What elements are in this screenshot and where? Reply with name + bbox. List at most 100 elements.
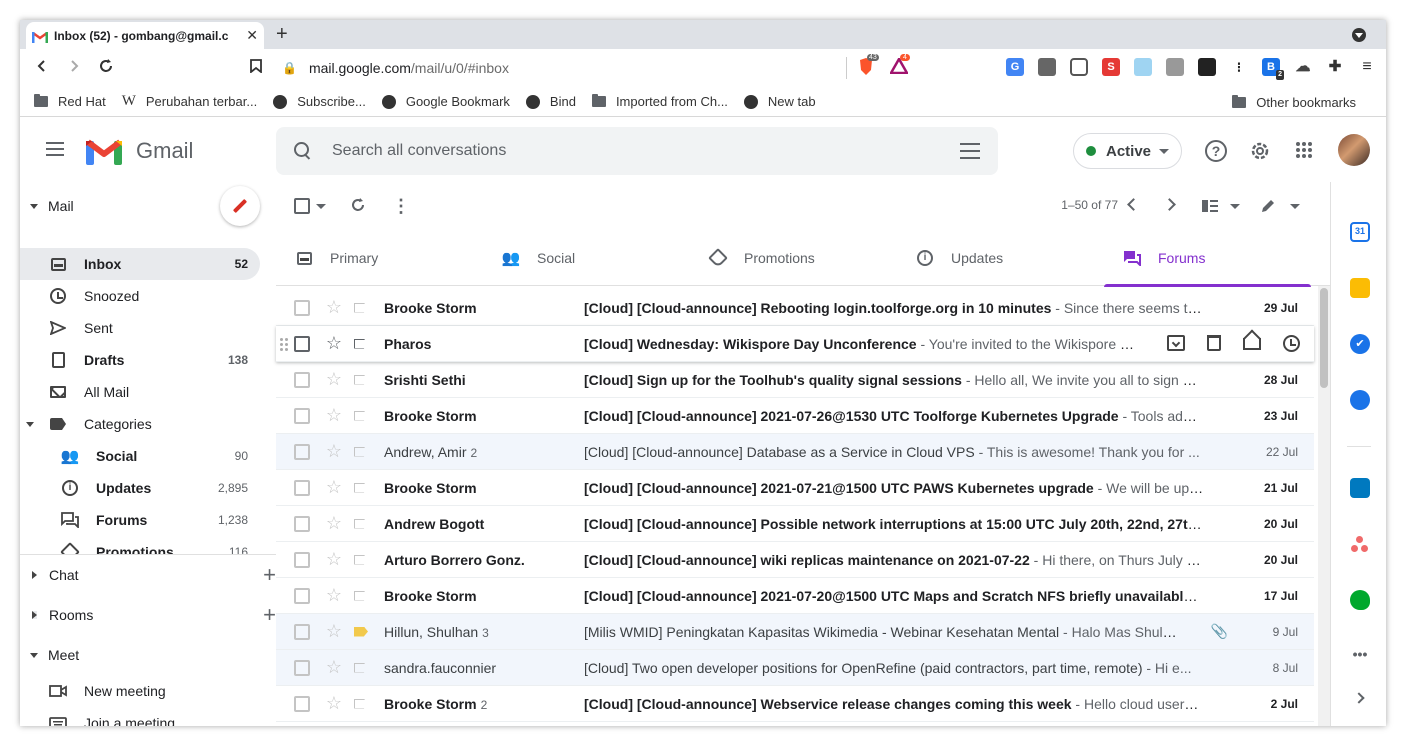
email-row[interactable]: ☆ Pharos [Cloud] Wednesday: Wikispore Da… [276, 326, 1314, 362]
address-bar[interactable]: 🔒 mail.google.com/mail/u/0/#inbox [282, 53, 842, 83]
chat-section-toggle[interactable]: Chat + [20, 560, 276, 590]
chevron-right-icon[interactable] [1163, 198, 1176, 211]
tab-updates[interactable]: i Updates [897, 230, 1104, 286]
bookmark-subscribe[interactable]: Subscribe... [273, 94, 366, 109]
status-selector[interactable]: Active [1073, 133, 1182, 169]
pdf-extension-icon[interactable] [1198, 58, 1216, 76]
email-row[interactable]: ☆ Srishti Sethi [Cloud] Sign up for the … [276, 362, 1314, 398]
row-checkbox[interactable] [294, 551, 310, 568]
chevron-down-icon[interactable] [1230, 204, 1240, 209]
importance-marker-icon[interactable] [354, 518, 368, 529]
main-menu-icon[interactable] [46, 142, 64, 156]
translate-icon[interactable]: G [1006, 58, 1024, 76]
rooms-section-toggle[interactable]: Rooms + [20, 600, 276, 630]
new-meeting-button[interactable]: New meeting [20, 675, 260, 707]
chevron-left-icon[interactable] [1127, 198, 1140, 211]
pocket-icon[interactable] [1070, 58, 1088, 76]
importance-marker-icon[interactable] [354, 446, 368, 457]
copy-extension-icon[interactable] [1166, 58, 1184, 76]
star-icon[interactable]: ☆ [324, 297, 344, 318]
asana-icon[interactable] [1350, 534, 1370, 554]
star-icon[interactable]: ☆ [324, 621, 344, 642]
cube-extension-icon[interactable] [1038, 58, 1056, 76]
row-checkbox[interactable] [294, 587, 310, 604]
reload-button[interactable] [90, 58, 122, 79]
importance-marker-icon[interactable] [354, 410, 368, 421]
more-options-icon[interactable]: ⋮ [392, 196, 410, 217]
bookmark-bind[interactable]: Bind [525, 94, 576, 109]
row-checkbox[interactable] [294, 515, 310, 532]
snooze-icon[interactable] [1283, 335, 1300, 352]
row-checkbox[interactable] [294, 659, 310, 676]
bookmark-red-hat[interactable]: Red Hat [34, 94, 106, 109]
search-bar[interactable]: Search all conversations [276, 127, 998, 175]
settings-gear-icon[interactable] [1248, 139, 1272, 166]
cloud-extension-icon[interactable]: ☁ [1294, 58, 1312, 76]
importance-marker-icon[interactable] [354, 374, 368, 385]
add-room-icon[interactable]: + [263, 602, 276, 628]
back-button[interactable] [26, 58, 58, 78]
google-apps-icon[interactable] [1296, 142, 1312, 158]
select-menu-chevron-icon[interactable] [316, 203, 326, 209]
contacts-icon[interactable] [1350, 390, 1370, 410]
refresh-icon[interactable] [350, 197, 366, 216]
email-row[interactable]: ☆ sandra.fauconnier [Cloud] Two open dev… [276, 650, 1314, 686]
importance-marker-icon[interactable] [354, 662, 368, 673]
tab-promotions[interactable]: Promotions [690, 230, 897, 286]
email-row[interactable]: ☆ Andrew Bogott [Cloud] [Cloud-announce]… [276, 506, 1314, 542]
star-icon[interactable]: ☆ [324, 585, 344, 606]
star-icon[interactable]: ☆ [324, 693, 344, 714]
nav-updates[interactable]: i Updates 2,895 [20, 472, 260, 504]
new-tab-button[interactable]: + [276, 23, 288, 46]
nav-inbox[interactable]: Inbox 52 [20, 248, 260, 280]
notes-extension-icon[interactable] [1134, 58, 1152, 76]
add-chat-icon[interactable]: + [263, 562, 276, 588]
s-extension-icon[interactable]: S [1102, 58, 1120, 76]
importance-marker-icon[interactable] [354, 626, 368, 637]
lock-icon[interactable]: 🔒 [282, 61, 297, 75]
email-row[interactable]: ☆ Andrew, Amir 2 [Cloud] [Cloud-announce]… [276, 434, 1314, 470]
importance-marker-icon[interactable] [354, 590, 368, 601]
row-checkbox[interactable] [294, 479, 310, 496]
email-row[interactable]: ☆ Hillun, Shulhan 3 [Milis WMID] Peningka… [276, 614, 1314, 650]
select-all-checkbox[interactable] [294, 198, 310, 214]
b-extension-icon[interactable]: B2 [1262, 58, 1284, 80]
nav-forums[interactable]: Forums 1,238 [20, 504, 260, 536]
row-checkbox[interactable] [294, 695, 310, 712]
expand-side-panel-icon[interactable] [1353, 692, 1365, 704]
star-icon[interactable]: ☆ [324, 333, 344, 354]
star-icon[interactable]: ☆ [324, 369, 344, 390]
browser-menu-icon[interactable]: ≡ [1358, 58, 1376, 76]
mark-as-read-icon[interactable] [1243, 338, 1261, 350]
dots-extension-icon[interactable]: ⁝ [1230, 58, 1248, 76]
star-icon[interactable]: ☆ [324, 657, 344, 678]
row-checkbox[interactable] [294, 335, 310, 352]
row-checkbox[interactable] [294, 623, 310, 640]
importance-marker-icon[interactable] [354, 698, 368, 709]
puzzle-extensions-icon[interactable]: ✚ [1326, 58, 1344, 76]
drag-handle-icon[interactable] [280, 338, 288, 351]
star-icon[interactable]: ☆ [324, 405, 344, 426]
split-pane-icon[interactable] [1202, 199, 1218, 215]
brave-rewards-icon[interactable]: 4 [888, 54, 910, 79]
star-icon[interactable]: ☆ [324, 441, 344, 462]
compose-button[interactable] [220, 186, 260, 226]
help-icon[interactable]: ? [1205, 140, 1227, 162]
importance-marker-icon[interactable] [354, 482, 368, 493]
join-meeting-button[interactable]: Join a meeting [20, 707, 260, 726]
search-icon[interactable] [294, 142, 312, 160]
browser-tab[interactable]: Inbox (52) - gombang@gmail.c ✕ [26, 22, 264, 49]
other-bookmarks[interactable]: Other bookmarks [1232, 95, 1356, 110]
close-tab-icon[interactable]: ✕ [246, 27, 258, 44]
gmail-logo-icon[interactable] [86, 138, 122, 165]
nav-snoozed[interactable]: Snoozed [20, 280, 260, 312]
bookmark-star-button[interactable] [240, 58, 272, 78]
forward-button[interactable] [58, 58, 90, 78]
bookmark-google-bookmark[interactable]: Google Bookmark [381, 94, 510, 109]
email-row[interactable]: ☆ Brooke Storm 2 [Cloud] [Cloud-announce]… [276, 686, 1314, 722]
importance-marker-icon[interactable] [354, 338, 368, 349]
meet-section-toggle[interactable]: Meet [20, 640, 276, 670]
email-row[interactable]: ☆ Arturo Borrero Gonz. [Cloud] [Cloud-an… [276, 542, 1314, 578]
row-checkbox[interactable] [294, 443, 310, 460]
row-checkbox[interactable] [294, 299, 310, 316]
